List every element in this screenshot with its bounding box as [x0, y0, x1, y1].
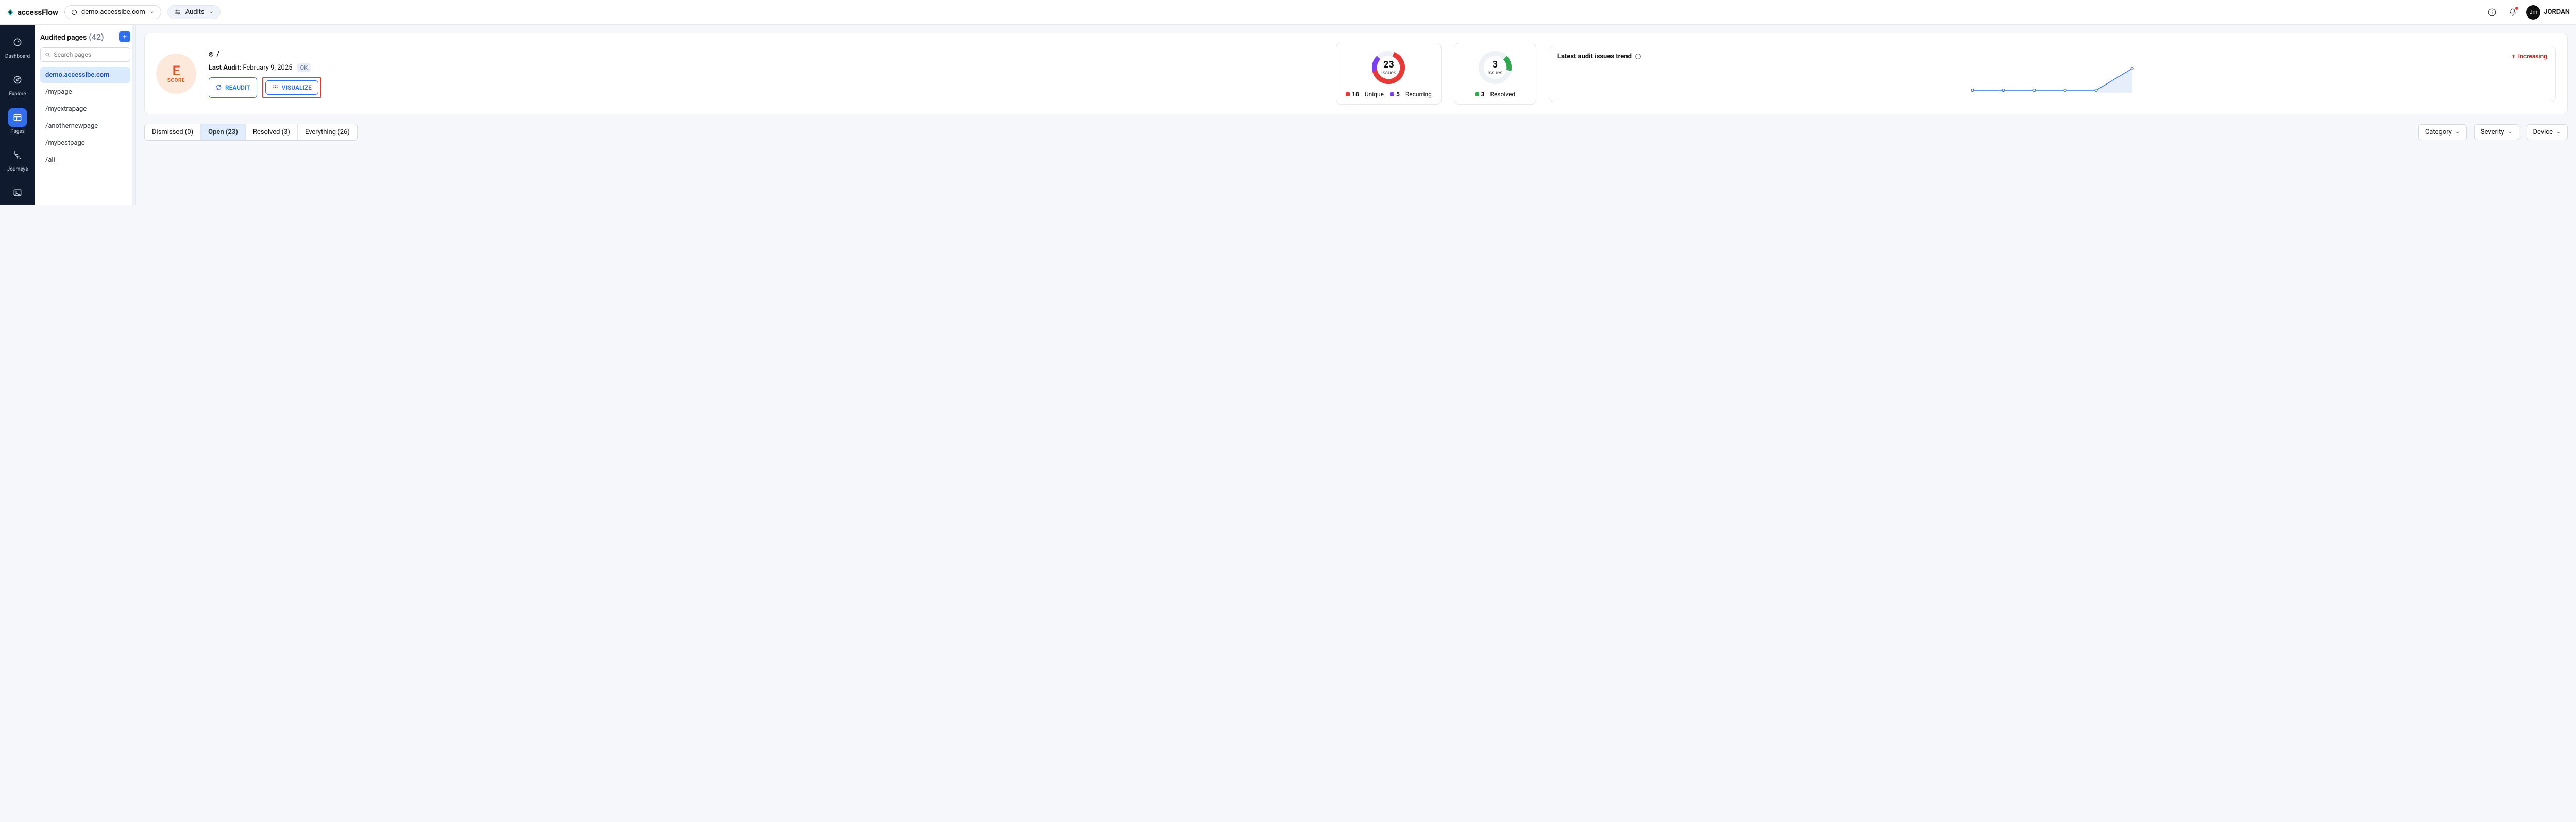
audited-pages-panel: Audited pages (42) demo.accessibe.com /m…	[35, 25, 136, 205]
info-icon[interactable]	[1635, 53, 1641, 60]
tab-open[interactable]: Open (23)	[201, 124, 246, 140]
chevron-down-icon	[2507, 130, 2513, 135]
nav-label: Journeys	[7, 166, 28, 172]
resolved-donut: 3 Issues	[1477, 49, 1513, 86]
domain-selector[interactable]: demo.accessibe.com	[64, 5, 161, 19]
target-small-icon: ◎	[209, 51, 214, 57]
score-word: SCORE	[167, 78, 185, 83]
domain-selector-label: demo.accessibe.com	[81, 8, 145, 16]
page-item[interactable]: /mybestpage	[40, 135, 130, 151]
grid-icon	[272, 84, 279, 91]
help-icon: ?	[2487, 8, 2497, 17]
left-nav: Dashboard Explore Pages Journeys	[0, 25, 35, 205]
page-item[interactable]: /myextrapage	[40, 101, 130, 117]
page-item[interactable]: /all	[40, 152, 130, 168]
main-content: E SCORE ◎ / Last Audit: February 9, 2025…	[136, 25, 2576, 205]
chevron-down-icon	[149, 10, 155, 15]
issues-donut: 23 Issues	[1370, 49, 1406, 86]
category-filter[interactable]: Category	[2418, 124, 2467, 140]
nav-label: Pages	[10, 129, 25, 135]
plus-icon	[122, 33, 128, 40]
search-field[interactable]	[54, 51, 126, 58]
page-summary-card: E SCORE ◎ / Last Audit: February 9, 2025…	[144, 33, 2568, 114]
sparkline-chart	[1557, 64, 2547, 95]
visualize-highlight: VISUALIZE	[262, 77, 321, 98]
resolved-legend: 3 Resolved	[1475, 91, 1515, 98]
resolved-label: Issues	[1487, 70, 1502, 76]
tab-dismissed[interactable]: Dismissed (0)	[145, 124, 201, 140]
last-audit-date: February 9, 2025	[243, 64, 292, 72]
issues-filters-row: Dismissed (0) Open (23) Resolved (3) Eve…	[144, 124, 2568, 141]
add-page-button[interactable]	[119, 31, 130, 42]
svg-text:?: ?	[2491, 10, 2493, 15]
panel-title: Audited pages	[40, 33, 87, 42]
tab-resolved[interactable]: Resolved (3)	[246, 124, 298, 140]
refresh-icon	[215, 84, 222, 91]
severity-filter[interactable]: Severity	[2474, 124, 2519, 140]
audits-selector[interactable]: Audits	[167, 5, 221, 19]
nav-label: Dashboard	[5, 54, 30, 59]
page-item[interactable]: demo.accessibe.com	[40, 67, 130, 83]
compass-icon	[12, 75, 23, 85]
journeys-icon	[12, 150, 23, 160]
brand-logo: accessFlow	[6, 8, 58, 17]
trend-card: Latest audit issues trend Increasing	[1549, 46, 2556, 102]
legend-dot-recurring	[1390, 92, 1394, 96]
notifications-button[interactable]	[2505, 5, 2520, 20]
resolved-card: 3 Issues 3 Resolved	[1454, 43, 1536, 105]
arrow-up-icon	[2511, 54, 2516, 59]
nav-item-more[interactable]	[3, 180, 32, 205]
user-name: JORDAN	[2544, 8, 2570, 16]
notification-dot	[2515, 6, 2519, 10]
help-button[interactable]: ?	[2485, 5, 2499, 20]
issues-count: 23	[1383, 59, 1394, 70]
nav-label: Explore	[9, 91, 26, 97]
brand-name: accessFlow	[18, 8, 58, 17]
page-item[interactable]: /anothernewpage	[40, 118, 130, 134]
avatar: Jm	[2526, 5, 2540, 20]
search-icon	[45, 52, 51, 58]
pages-icon	[12, 112, 23, 123]
image-icon	[12, 188, 23, 198]
reaudit-button[interactable]: REAUDIT	[209, 77, 257, 98]
chevron-down-icon	[2455, 130, 2460, 135]
resolved-count: 3	[1493, 59, 1498, 70]
page-item[interactable]: /mypage	[40, 84, 130, 100]
page-summary-info: ◎ / Last Audit: February 9, 2025 OK REAU…	[209, 50, 321, 98]
device-filter[interactable]: Device	[2527, 124, 2568, 140]
audits-icon	[174, 9, 181, 16]
visualize-button[interactable]: VISUALIZE	[265, 80, 318, 95]
score-badge: E SCORE	[156, 54, 196, 94]
nav-item-dashboard[interactable]: Dashboard	[3, 30, 32, 62]
score-letter: E	[173, 64, 180, 78]
issue-status-tabs: Dismissed (0) Open (23) Resolved (3) Eve…	[144, 124, 358, 141]
search-pages-input[interactable]	[40, 47, 130, 62]
legend-dot-unique	[1346, 92, 1350, 96]
ok-badge: OK	[297, 63, 311, 72]
panel-count: (42)	[89, 32, 104, 42]
topbar: accessFlow demo.accessibe.com Audits ? J…	[0, 0, 2576, 25]
issues-legend: 18 Unique 5 Recurring	[1346, 91, 1432, 98]
issues-card: 23 Issues 18 Unique 5 Recurring	[1336, 43, 1442, 105]
legend-dot-resolved	[1475, 92, 1479, 96]
dashboard-icon	[12, 37, 23, 47]
audits-selector-label: Audits	[185, 8, 205, 16]
nav-item-journeys[interactable]: Journeys	[3, 143, 32, 175]
trend-title: Latest audit issues trend	[1557, 53, 1641, 60]
user-menu[interactable]: Jm JORDAN	[2526, 5, 2570, 20]
last-audit: Last Audit: February 9, 2025 OK	[209, 63, 321, 72]
nav-item-pages[interactable]: Pages	[3, 105, 32, 138]
tab-everything[interactable]: Everything (26)	[298, 124, 357, 140]
chevron-down-icon	[2556, 130, 2561, 135]
globe-small-icon	[71, 9, 77, 15]
last-audit-label: Last Audit:	[209, 64, 241, 72]
trend-status: Increasing	[2511, 53, 2547, 60]
brand-mark-icon	[6, 8, 14, 16]
chevron-down-icon	[209, 10, 214, 15]
page-path: ◎ /	[209, 50, 321, 58]
page-path-text: /	[217, 50, 219, 58]
issues-label: Issues	[1381, 70, 1396, 76]
nav-item-explore[interactable]: Explore	[3, 68, 32, 100]
